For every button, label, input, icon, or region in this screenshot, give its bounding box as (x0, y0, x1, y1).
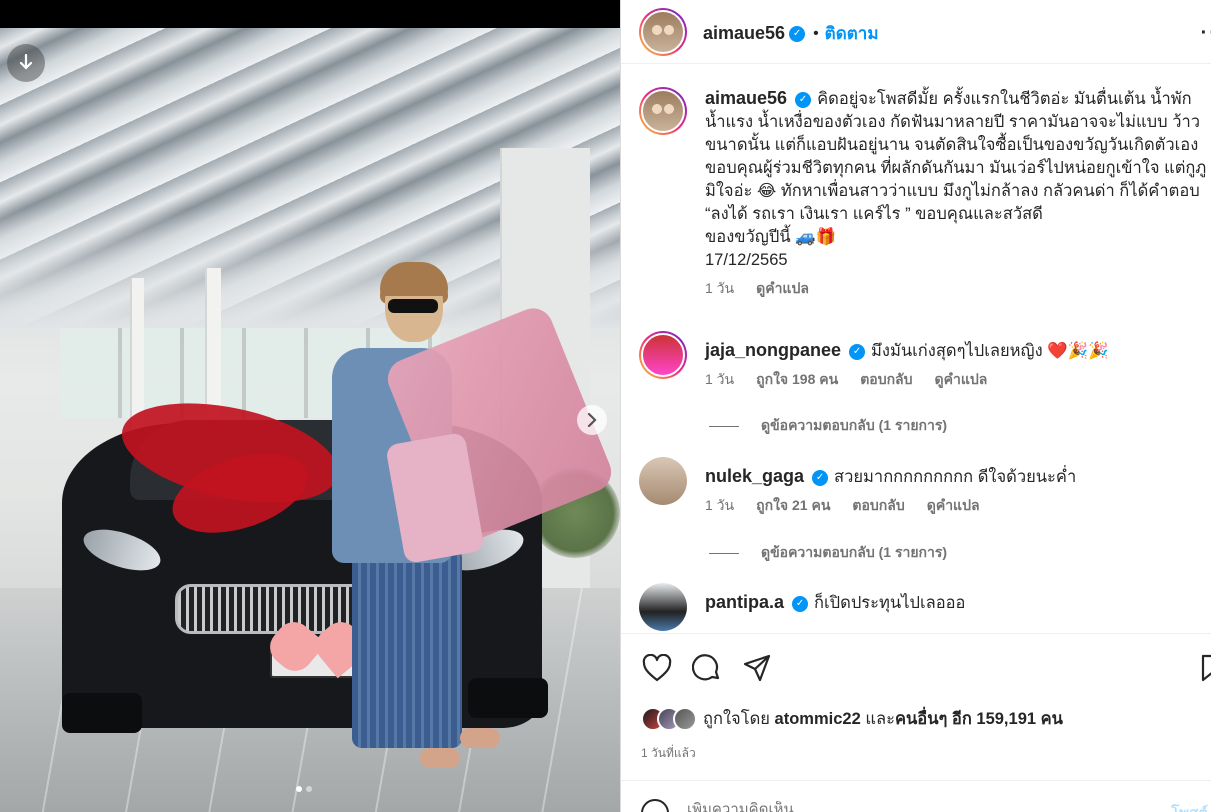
comment-likes[interactable]: ถูกใจ 21 คน (756, 495, 830, 517)
reply-button[interactable]: ตอบกลับ (860, 369, 912, 391)
caption-username[interactable]: aimaue56 (705, 88, 787, 108)
view-replies-button[interactable]: ดูข้อความตอบกลับ (1 รายการ) (709, 415, 947, 437)
replies-line (709, 425, 739, 427)
replies-line (709, 552, 739, 554)
separator-dot: • (813, 24, 819, 42)
view-replies-label: ดูข้อความตอบกลับ (1 รายการ) (761, 544, 948, 560)
liked-by-label: ถูกใจโดย (703, 710, 770, 728)
car-wheel (62, 693, 142, 733)
liker-avatars (641, 707, 697, 731)
comment-input[interactable] (687, 801, 1107, 812)
author-line: aimaue56 ✓ • ติดตาม (703, 20, 879, 47)
translate-button[interactable]: ดูคำแปล (927, 495, 980, 517)
verified-icon: ✓ (792, 595, 809, 612)
post-actions: ถูกใจโดย atommic22 และ คนอื่นๆ อีก 159,19… (621, 633, 1211, 793)
author-username[interactable]: aimaue56 (703, 23, 785, 44)
caption-line: น้ำแรง น้ำเหงื่อของตัวเอง กัดฟันมาหลายปี… (705, 113, 1201, 131)
commenter-avatar[interactable] (639, 331, 687, 379)
view-replies-button[interactable]: ดูข้อความตอบกลับ (1 รายการ) (709, 542, 947, 564)
caption-time[interactable]: 1 วัน (705, 278, 734, 300)
emoji-icon[interactable] (641, 799, 669, 812)
commenter-avatar-image (641, 333, 685, 377)
comment-time[interactable]: 1 วัน (705, 495, 734, 517)
caption: aimaue56 ✓ คิดอยู่จะโพสดีมั้ย ครั้งแรกในชี… (639, 87, 1210, 300)
author-avatar-image (641, 89, 685, 133)
author-avatar[interactable] (639, 87, 687, 135)
person-bangs (380, 262, 448, 296)
liked-by-and: และ (865, 710, 895, 728)
caption-line: ขนาดนั้น แต่ก็แอบฝันอยู่นาน จนตัดสินใจซื… (705, 136, 1199, 154)
verified-icon: ✓ (795, 91, 812, 108)
verified-icon: ✓ (789, 25, 806, 42)
comment-text: nulek_gaga ✓ สวยมากกกกกกกกก ดีใจด้วยนะค่ำ (705, 465, 1210, 489)
post-comment-button[interactable]: โพสต์ (1171, 801, 1208, 812)
caption-date: 17/12/2565 (705, 251, 788, 269)
verified-icon: ✓ (812, 469, 829, 486)
comment: pantipa.a ✓ ก็เปิดประทุนไปเลอออ (639, 583, 1210, 631)
comment-meta: 1 วัน ถูกใจ 21 คน ตอบกลับ ดูคำแปล (705, 495, 1210, 517)
comments-list[interactable]: aimaue56 ✓ คิดอยู่จะโพสดีมั้ย ครั้งแรกในชี… (621, 65, 1211, 633)
share-send-icon[interactable] (741, 652, 773, 684)
translate-button[interactable]: ดูคำแปล (756, 278, 809, 300)
commenter-username[interactable]: nulek_gaga (705, 466, 804, 486)
verified-icon: ✓ (849, 343, 866, 360)
commenter-username[interactable]: pantipa.a (705, 592, 784, 612)
commenter-avatar[interactable] (639, 583, 687, 631)
carousel-next-icon[interactable] (577, 405, 607, 435)
caption-line: ขอบคุณผู้ร่วมชีวิตทุกคน ที่ผลักดันกันมา … (705, 159, 1207, 177)
liker-avatar (673, 707, 697, 731)
comment-text: pantipa.a ✓ ก็เปิดประทุนไปเลอออ (705, 591, 1210, 615)
download-icon[interactable] (7, 44, 45, 82)
comment-time[interactable]: 1 วัน (705, 369, 734, 391)
comment-body: มึงมันเก่งสุดๆไปเลยหญิง (871, 342, 1043, 360)
liked-by-user[interactable]: atommic22 (775, 710, 861, 729)
post-header: aimaue56 ✓ • ติดตาม ·· (621, 0, 1211, 64)
comment: nulek_gaga ✓ สวยมากกกกกกกกก ดีใจด้วยนะค่ำ … (639, 457, 1210, 517)
caption-line: มิใจอ่ะ 😂 ทักหาเพื่อนสาวว่าแบบ มึงกูไม่ก… (705, 182, 1200, 200)
comment: jaja_nongpanee ✓ มึงมันเก่งสุดๆไปเลยหญิง ❤… (639, 331, 1210, 391)
slipper (420, 748, 460, 768)
caption-line: คิดอยู่จะโพสดีมั้ย ครั้งแรกในชีวิตอ่ะ มั… (817, 90, 1192, 108)
post-timestamp[interactable]: 1 วันที่แล้ว (641, 744, 696, 763)
reply-button[interactable]: ตอบกลับ (852, 495, 904, 517)
liked-by-others[interactable]: คนอื่นๆ อีก 159,191 คน (895, 706, 1063, 732)
car-wheel (468, 678, 548, 718)
caption-text: aimaue56 ✓ คิดอยู่จะโพสดีมั้ย ครั้งแรกในชี… (705, 87, 1210, 272)
commenter-avatar[interactable] (639, 457, 687, 505)
post-media-panel (0, 0, 620, 812)
comment-composer: โพสต์ (621, 780, 1211, 812)
post-side-panel: aimaue56 ✓ • ติดตาม ·· aimaue56✓คิดอยู่จ… (620, 0, 1211, 812)
comment-body: ก็เปิดประทุนไปเลอออ (814, 594, 966, 612)
follow-button[interactable]: ติดตาม (825, 20, 879, 47)
author-avatar[interactable] (639, 8, 687, 56)
caption-line: “ลงได้ รถเรา เงินเรา แคร์ไร ” ขอบคุณและส… (705, 205, 1043, 223)
comment-text: jaja_nongpanee ✓ มึงมันเก่งสุดๆไปเลยหญิง ❤… (705, 339, 1210, 363)
caption-meta: 1 วัน ดูคำแปล (705, 278, 1210, 300)
comment-meta: 1 วัน ถูกใจ 198 คน ตอบกลับ ดูคำแปล (705, 369, 1210, 391)
heart-emoji: ❤️ (1047, 342, 1068, 360)
view-replies-label: ดูข้อความตอบกลับ (1 รายการ) (761, 417, 948, 433)
person-pants (352, 548, 462, 748)
save-bookmark-icon[interactable] (1197, 652, 1211, 684)
carousel-dot-active (296, 786, 302, 792)
post-photo[interactable] (0, 28, 620, 812)
carousel-dot (306, 786, 312, 792)
comment-body: สวยมากกกกกกกกก ดีใจด้วยนะค่ำ (834, 468, 1077, 486)
carousel-indicator (296, 786, 312, 792)
sunglasses (388, 299, 438, 313)
caption-line: ของขวัญปีนี้ 🚙🎁 (705, 228, 837, 246)
commenter-username[interactable]: jaja_nongpanee (705, 340, 841, 360)
likes-summary[interactable]: ถูกใจโดย atommic22 และ คนอื่นๆ อีก 159,19… (641, 706, 1063, 732)
translate-button[interactable]: ดูคำแปล (935, 369, 988, 391)
author-avatar-image (641, 10, 685, 54)
comment-likes[interactable]: ถูกใจ 198 คน (756, 369, 838, 391)
more-options-icon[interactable]: ·· (1201, 22, 1211, 45)
like-heart-icon[interactable] (641, 652, 673, 684)
party-emoji: 🎉🎉 (1067, 342, 1109, 360)
comment-icon[interactable] (691, 652, 723, 684)
slipper (460, 728, 500, 748)
